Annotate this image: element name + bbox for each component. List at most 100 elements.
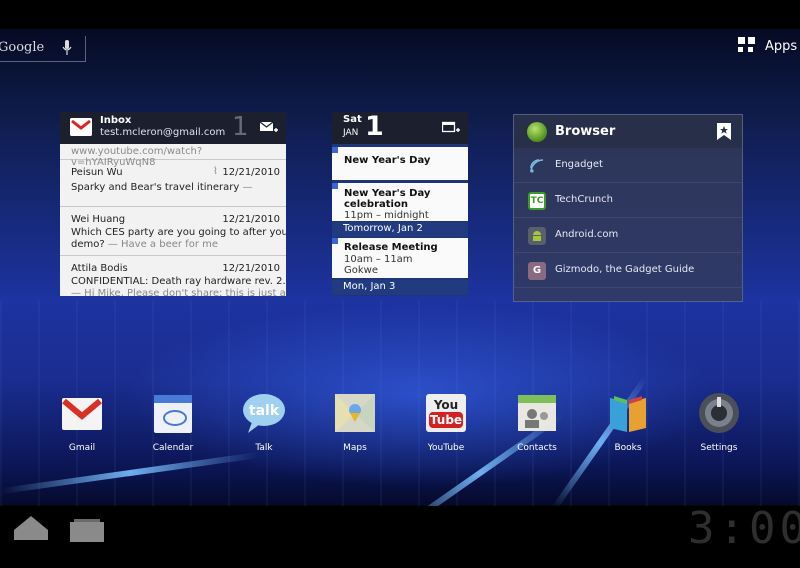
dock-app-contacts[interactable]: Contacts — [502, 392, 572, 456]
dock-app-label: YouTube — [427, 443, 465, 453]
add-event-icon[interactable] — [442, 120, 460, 134]
home-icon[interactable] — [12, 514, 50, 542]
mail-date: 12/21/2010 — [222, 263, 280, 274]
event-title: Release Meeting — [344, 242, 438, 253]
calendar-event[interactable]: New Year's Day celebration 11pm – midnig… — [332, 183, 468, 221]
gmail-widget-header[interactable]: Inbox test.mcleron@gmail.com 1 — [60, 112, 286, 144]
dock-app-gmail[interactable]: Gmail — [47, 392, 117, 456]
dock-app-label: Settings — [700, 443, 738, 453]
home-screen: Google Apps Inbox test.mcleron@gmail.com… — [0, 0, 800, 568]
youtube-icon-text-top: You — [433, 398, 458, 412]
bookmark-icon[interactable] — [717, 123, 731, 140]
apps-grid-icon — [738, 37, 758, 57]
gmail-folder-label: Inbox — [100, 115, 132, 126]
bookmark-item[interactable]: G Gizmodo, the Gadget Guide — [514, 253, 742, 288]
bookmark-item[interactable]: Engadget — [514, 148, 742, 183]
event-time: 11pm – midnight — [344, 210, 429, 221]
event-location: Gokwe — [344, 265, 378, 276]
calendar-month: JAN — [343, 128, 359, 138]
event-title: New Year's Day — [344, 155, 431, 166]
system-clock: 3:00 — [688, 503, 800, 554]
browser-bookmarks-widget[interactable]: Browser Engadget TC TechCrunch Android.c… — [513, 114, 743, 302]
compose-mail-icon[interactable] — [260, 121, 278, 135]
event-color-marker — [332, 147, 338, 153]
gmail-logo-icon — [70, 118, 92, 136]
event-color-marker — [332, 238, 338, 244]
dock-app-label: Contacts — [517, 443, 557, 453]
mail-subject: CONFIDENTIAL: Death ray hardware rev. 2.… — [71, 276, 286, 287]
youtube-icon: You Tube — [426, 394, 466, 432]
mail-sender: Wei Huang — [71, 214, 126, 225]
day-divider-label: Tomorrow, Jan 2 — [343, 223, 423, 234]
books-icon — [610, 396, 646, 432]
dock-app-calendar[interactable]: Calendar — [138, 392, 208, 456]
mail-subject: Sparky and Bear's travel itinerary — — [71, 182, 253, 193]
browser-widget-title: Browser — [555, 124, 616, 139]
bookmark-label: Engadget — [555, 159, 603, 170]
calendar-day-divider: Mon, Jan 3 — [332, 280, 468, 295]
youtube-icon-text-bottom: Tube — [430, 413, 462, 427]
apps-button[interactable]: Apps — [738, 36, 798, 58]
maps-icon — [335, 394, 375, 432]
google-search-bar[interactable]: Google — [0, 36, 86, 62]
recent-apps-icon[interactable] — [68, 516, 106, 544]
bookmark-label: Android.com — [555, 229, 619, 240]
calendar-event[interactable]: New Year's Day — [332, 147, 468, 180]
techcrunch-icon: TC — [528, 192, 546, 210]
event-color-marker — [332, 183, 338, 189]
calendar-day-number: 1 — [365, 112, 384, 142]
browser-globe-icon — [527, 122, 547, 142]
dock-app-label: Gmail — [68, 443, 96, 453]
calendar-widget[interactable]: Sat JAN 1 New Year's Day New Year's Day … — [332, 112, 468, 296]
calendar-event[interactable]: Release Meeting 10am – 11am Gokwe — [332, 238, 468, 278]
mail-row[interactable]: Peisun Wu ⌇ 12/21/2010 Sparky and Bear's… — [60, 161, 286, 207]
calendar-icon — [154, 395, 192, 433]
mail-row[interactable]: Wei Huang 12/21/2010 Which CES party are… — [60, 208, 286, 256]
contacts-icon — [518, 395, 556, 431]
mail-subject: Which CES party are you going to after y… — [71, 227, 286, 238]
gmail-message-list[interactable]: www.youtube.com/watch?v=hYAIRyuWqN8 Peis… — [60, 144, 286, 296]
mail-row[interactable]: Attila Bodis 12/21/2010 CONFIDENTIAL: De… — [60, 257, 286, 296]
dock-app-label: Calendar — [152, 443, 194, 453]
dock-app-youtube[interactable]: You Tube YouTube — [411, 392, 481, 456]
list-item[interactable]: www.youtube.com/watch?v=hYAIRyuWqN8 — [60, 144, 286, 168]
gmail-account-label: test.mcleron@gmail.com — [100, 127, 226, 138]
engadget-icon — [530, 159, 544, 173]
event-time: 10am – 11am — [344, 254, 413, 265]
gmail-widget[interactable]: Inbox test.mcleron@gmail.com 1 www.youtu… — [60, 112, 286, 296]
dock-app-label: Talk — [255, 443, 273, 453]
bookmark-item[interactable]: TC TechCrunch — [514, 183, 742, 218]
mail-date: 12/21/2010 — [222, 214, 280, 225]
calendar-event-list[interactable]: New Year's Day New Year's Day celebratio… — [332, 144, 468, 296]
gmail-icon — [62, 398, 102, 430]
talk-icon: talk — [243, 394, 285, 433]
mail-snippet: — Hi Mike, Please don't share; this is j… — [71, 288, 286, 296]
google-search-label: Google — [0, 40, 45, 55]
dock-app-label: Maps — [343, 443, 367, 453]
bookmark-label: TechCrunch — [555, 194, 614, 205]
bookmark-item[interactable]: Android.com — [514, 218, 742, 253]
talk-icon-text: talk — [249, 403, 280, 419]
settings-icon — [699, 393, 739, 433]
apps-label: Apps — [765, 39, 798, 54]
gmail-unread-count: 1 — [232, 112, 249, 142]
bookmark-label: Gizmodo, the Gadget Guide — [555, 264, 695, 275]
mail-subject-line2: demo? — Have a beer for me — [71, 239, 218, 250]
dock-app-talk[interactable]: talk Talk — [229, 392, 299, 456]
dock-app-maps[interactable]: Maps — [320, 392, 390, 456]
microphone-icon[interactable] — [62, 40, 72, 56]
system-bar: 3:00 — [0, 503, 800, 568]
mail-sender: Peisun Wu — [71, 167, 123, 178]
dock-app-books[interactable]: Books — [593, 392, 663, 456]
dock-app-settings[interactable]: Settings — [684, 392, 754, 456]
gizmodo-icon: G — [528, 262, 546, 280]
day-divider-label: Mon, Jan 3 — [343, 281, 396, 292]
browser-widget-header[interactable]: Browser — [514, 115, 742, 148]
dock-app-label: Books — [614, 443, 642, 453]
calendar-day-of-week: Sat — [343, 114, 362, 125]
android-icon — [528, 227, 546, 245]
attachment-icon: ⌇ — [213, 166, 218, 177]
mail-date: 12/21/2010 — [222, 167, 280, 178]
calendar-widget-header[interactable]: Sat JAN 1 — [332, 112, 468, 144]
calendar-day-divider: Tomorrow, Jan 2 — [332, 222, 468, 237]
